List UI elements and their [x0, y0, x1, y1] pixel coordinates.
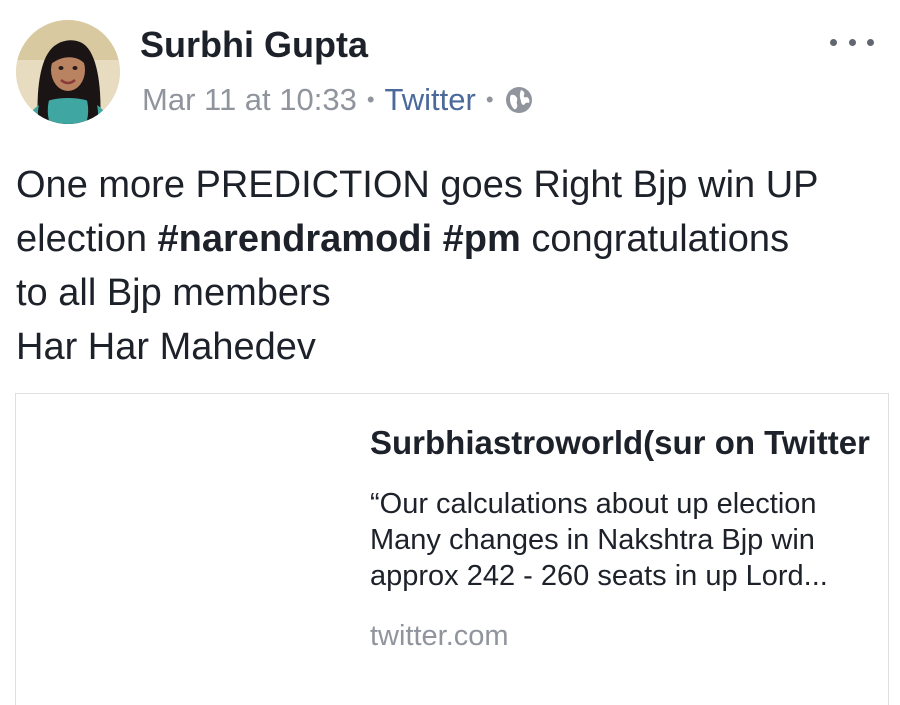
post-text-line: election #narendramodi #pm congratulatio…: [16, 212, 886, 266]
avatar-image: [16, 20, 120, 124]
link-preview-title[interactable]: Surbhiastroworld(sur on Twitter: [370, 422, 870, 464]
post-text-line: Har Har Mahedev: [16, 326, 316, 368]
meta-separator: •: [485, 87, 494, 112]
hashtag-link[interactable]: #pm: [443, 218, 521, 260]
more-dot: [867, 38, 874, 46]
post-meta: Mar 11 at 10:33 • Twitter •: [142, 82, 534, 118]
meta-separator: •: [366, 87, 375, 112]
author-name[interactable]: Surbhi Gupta: [140, 24, 368, 66]
post-source-link[interactable]: Twitter: [385, 82, 476, 118]
globe-icon[interactable]: [504, 85, 534, 115]
link-preview-domain: twitter.com: [370, 620, 509, 652]
avatar[interactable]: [16, 20, 120, 124]
more-dot: [830, 38, 837, 46]
post-text-fragment: election: [16, 218, 158, 260]
post-text-line: One more PREDICTION goes Right Bjp win U…: [16, 164, 819, 206]
link-preview-thumbnail[interactable]: [16, 394, 346, 705]
post-text-fragment: congratulations: [520, 218, 790, 260]
post-text-fragment: [432, 218, 443, 260]
facebook-post: Surbhi Gupta Mar 11 at 10:33 • Twitter •…: [0, 0, 900, 705]
more-options-icon[interactable]: [830, 32, 874, 52]
post-text-line: to all Bjp members: [16, 272, 331, 314]
hashtag-link[interactable]: #narendramodi: [158, 218, 433, 260]
post-text: One more PREDICTION goes Right Bjp win U…: [16, 158, 886, 374]
post-timestamp[interactable]: Mar 11 at 10:33: [142, 82, 357, 118]
link-preview-description: “Our calculations about up election Many…: [370, 488, 828, 592]
link-preview-card[interactable]: Surbhiastroworld(sur on Twitter “Our cal…: [15, 393, 889, 705]
link-preview-info: Surbhiastroworld(sur on Twitter “Our cal…: [370, 422, 870, 653]
more-dot: [848, 38, 856, 46]
